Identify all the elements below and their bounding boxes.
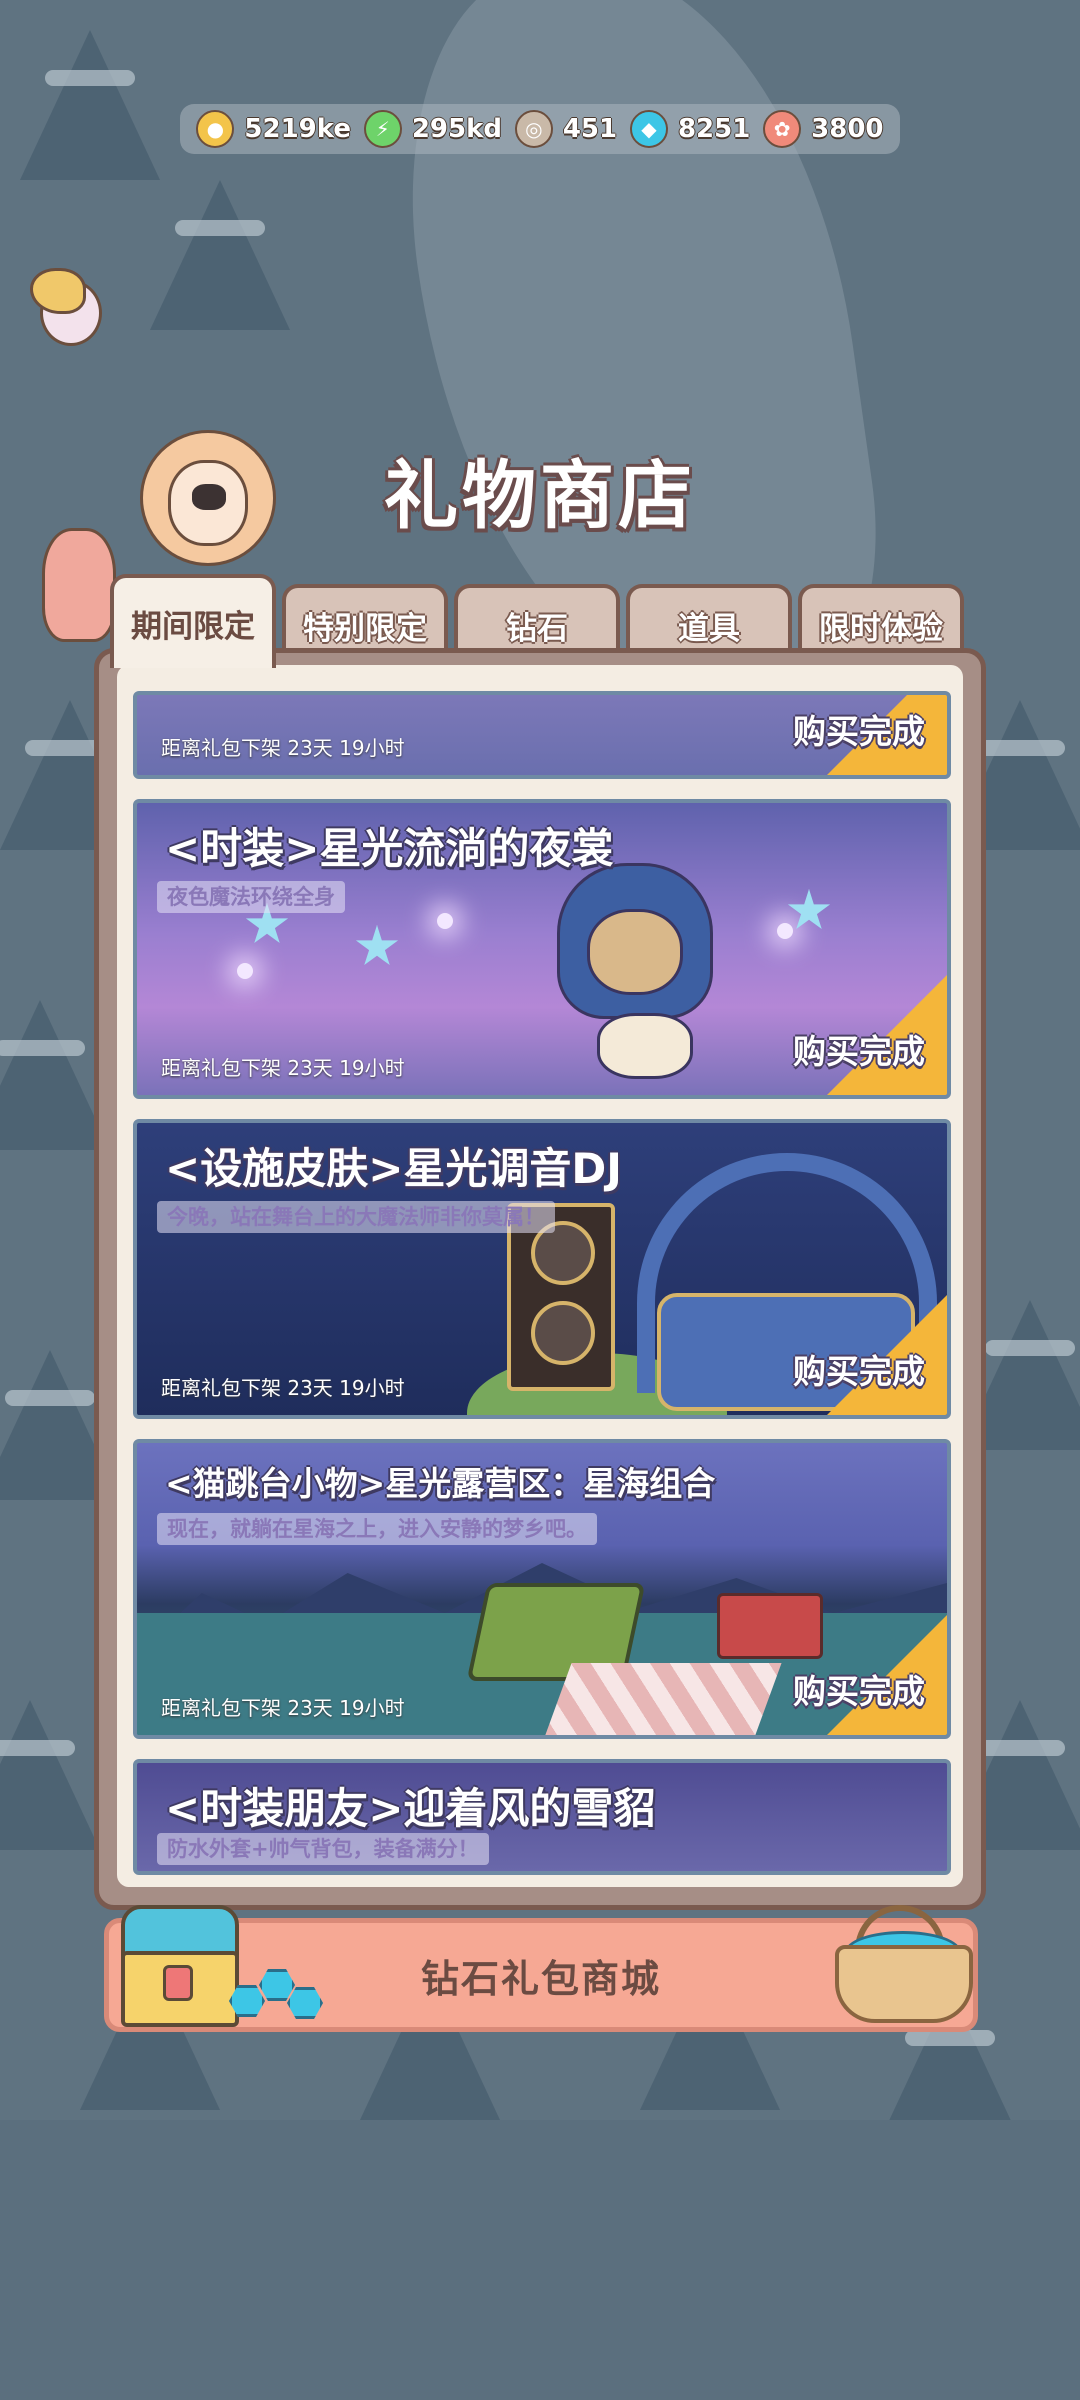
- pack-status: 购买完成: [793, 1672, 925, 1711]
- tab-limited-period[interactable]: 期间限定: [110, 574, 276, 668]
- gems-pile-icon: [229, 1965, 339, 2025]
- banner-label: 钻石礼包商城: [420, 1956, 661, 2001]
- pack-title: <时装>星光流淌的夜裳: [165, 824, 614, 873]
- sparkle-glow: [237, 963, 253, 979]
- currency-value: 451: [562, 114, 618, 144]
- picnic-blanket-illustration: [542, 1663, 782, 1735]
- star-ornament-icon: [355, 925, 399, 966]
- pack-title: <设施皮肤>星光调音DJ: [165, 1144, 622, 1193]
- currency-value: 3800: [811, 114, 884, 144]
- pack-status: 购买完成: [793, 1352, 925, 1391]
- shop-panel: 距离礼包下架 23天 19小时 购买完成 <时装>星光流淌的夜裳 夜色魔法环绕全…: [94, 648, 986, 1910]
- ram-character: [22, 260, 112, 360]
- pack-description: 今晚，站在舞台上的大魔法师非你莫属！: [157, 1201, 555, 1233]
- pack-timer: 距离礼包下架 23天 19小时: [161, 736, 405, 760]
- diamond-basket-icon: [835, 1905, 973, 2023]
- pink-creature-character: [42, 528, 116, 642]
- token-icon: ◎: [514, 110, 553, 148]
- pack-status: 购买完成: [793, 712, 925, 751]
- pine-tree: [20, 30, 160, 180]
- pack-description: 防水外套+帅气背包，装备满分！: [157, 1833, 489, 1865]
- pack-title: <猫跳台小物>星光露营区：星海组合: [165, 1464, 716, 1503]
- diamond-pack-store-button[interactable]: 钻石礼包商城: [104, 1905, 978, 2032]
- pack-status: 购买完成: [793, 1032, 925, 1071]
- currency-token[interactable]: ◎ 451: [514, 110, 618, 148]
- pack-timer: 距离礼包下架 23天 19小时: [161, 1056, 405, 1080]
- coin-icon: ●: [196, 110, 235, 148]
- currency-value: 8251: [677, 114, 751, 144]
- pack-card[interactable]: <猫跳台小物>星光露营区：星海组合 现在，就躺在星海之上，进入安静的梦乡吧。 距…: [133, 1439, 951, 1739]
- pack-card[interactable]: <设施皮肤>星光调音DJ 今晚，站在舞台上的大魔法师非你莫属！ 距离礼包下架 2…: [133, 1119, 951, 1419]
- sparkle-glow: [777, 923, 793, 939]
- pack-description: 现在，就躺在星海之上，进入安静的梦乡吧。: [157, 1513, 597, 1545]
- lightning-icon: ⚡: [363, 110, 402, 148]
- pack-card[interactable]: <时装>星光流淌的夜裳 夜色魔法环绕全身 距离礼包下架 23天 19小时 购买完…: [133, 799, 951, 1099]
- wagon-illustration: [717, 1593, 823, 1659]
- currency-coin[interactable]: ● 5219ke: [196, 110, 351, 148]
- star-ornament-icon: [787, 889, 831, 930]
- currency-donut[interactable]: ✿ 3800: [763, 110, 884, 148]
- pack-title: <时装朋友>迎着风的雪貂: [165, 1784, 656, 1833]
- ground-bottom: [0, 2120, 1080, 2400]
- treasure-chest-icon: [121, 1895, 241, 2027]
- pack-timer: 距离礼包下架 23天 19小时: [161, 1376, 405, 1400]
- diamond-icon: ◆: [629, 110, 668, 148]
- donut-icon: ✿: [763, 110, 802, 148]
- pine-tree: [150, 180, 290, 330]
- currency-value: 5219ke: [244, 114, 351, 144]
- pack-card[interactable]: <时装朋友>迎着风的雪貂 防水外套+帅气背包，装备满分！: [133, 1759, 951, 1875]
- pack-timer: 距离礼包下架 23天 19小时: [161, 1696, 405, 1720]
- currency-diamond[interactable]: ◆ 8251: [629, 110, 751, 148]
- cat-wizard-illustration: [557, 863, 713, 1083]
- sparkle-glow: [437, 913, 453, 929]
- page-title: 礼物商店: [384, 453, 696, 539]
- pack-description: 夜色魔法环绕全身: [157, 881, 345, 913]
- currency-value: 295kd: [411, 114, 503, 144]
- pack-list[interactable]: 距离礼包下架 23天 19小时 购买完成 <时装>星光流淌的夜裳 夜色魔法环绕全…: [117, 665, 963, 1887]
- pine-tree: [0, 1700, 100, 1850]
- currency-bar: ● 5219ke ⚡ 295kd ◎ 451 ◆ 8251 ✿ 3800: [180, 104, 900, 154]
- pack-card[interactable]: 距离礼包下架 23天 19小时 购买完成: [133, 691, 951, 779]
- currency-energy[interactable]: ⚡ 295kd: [363, 110, 503, 148]
